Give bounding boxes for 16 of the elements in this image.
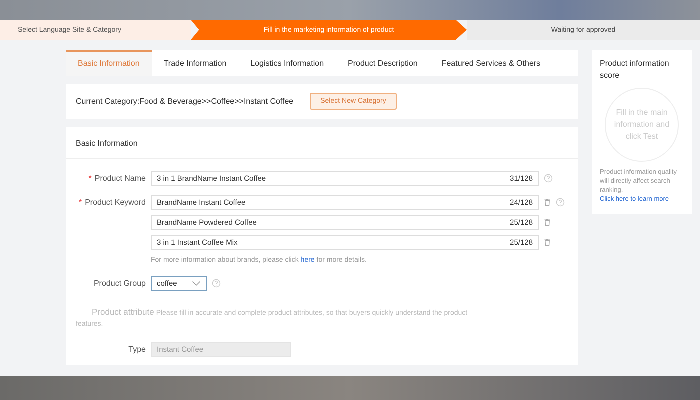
field-label: Product Group <box>94 279 146 288</box>
trash-icon[interactable] <box>544 218 551 227</box>
trash-icon[interactable] <box>544 238 551 247</box>
trash-icon[interactable] <box>544 198 551 207</box>
field-label: Product Name <box>94 174 146 183</box>
current-category: Current Category:Food & Beverage>>Coffee>>Instant Coffee <box>76 97 294 106</box>
help-icon[interactable] <box>556 198 565 207</box>
help-icon[interactable] <box>212 279 221 288</box>
panel-title: Product information score <box>600 58 670 82</box>
field-label: Type <box>128 345 146 354</box>
help-icon[interactable] <box>544 174 553 183</box>
required-mark: * <box>88 174 92 183</box>
required-mark: * <box>78 198 82 207</box>
chevron-down-icon <box>192 280 201 286</box>
section-title: Basic Information <box>66 127 578 159</box>
field-label: Product Keyword <box>85 198 146 207</box>
